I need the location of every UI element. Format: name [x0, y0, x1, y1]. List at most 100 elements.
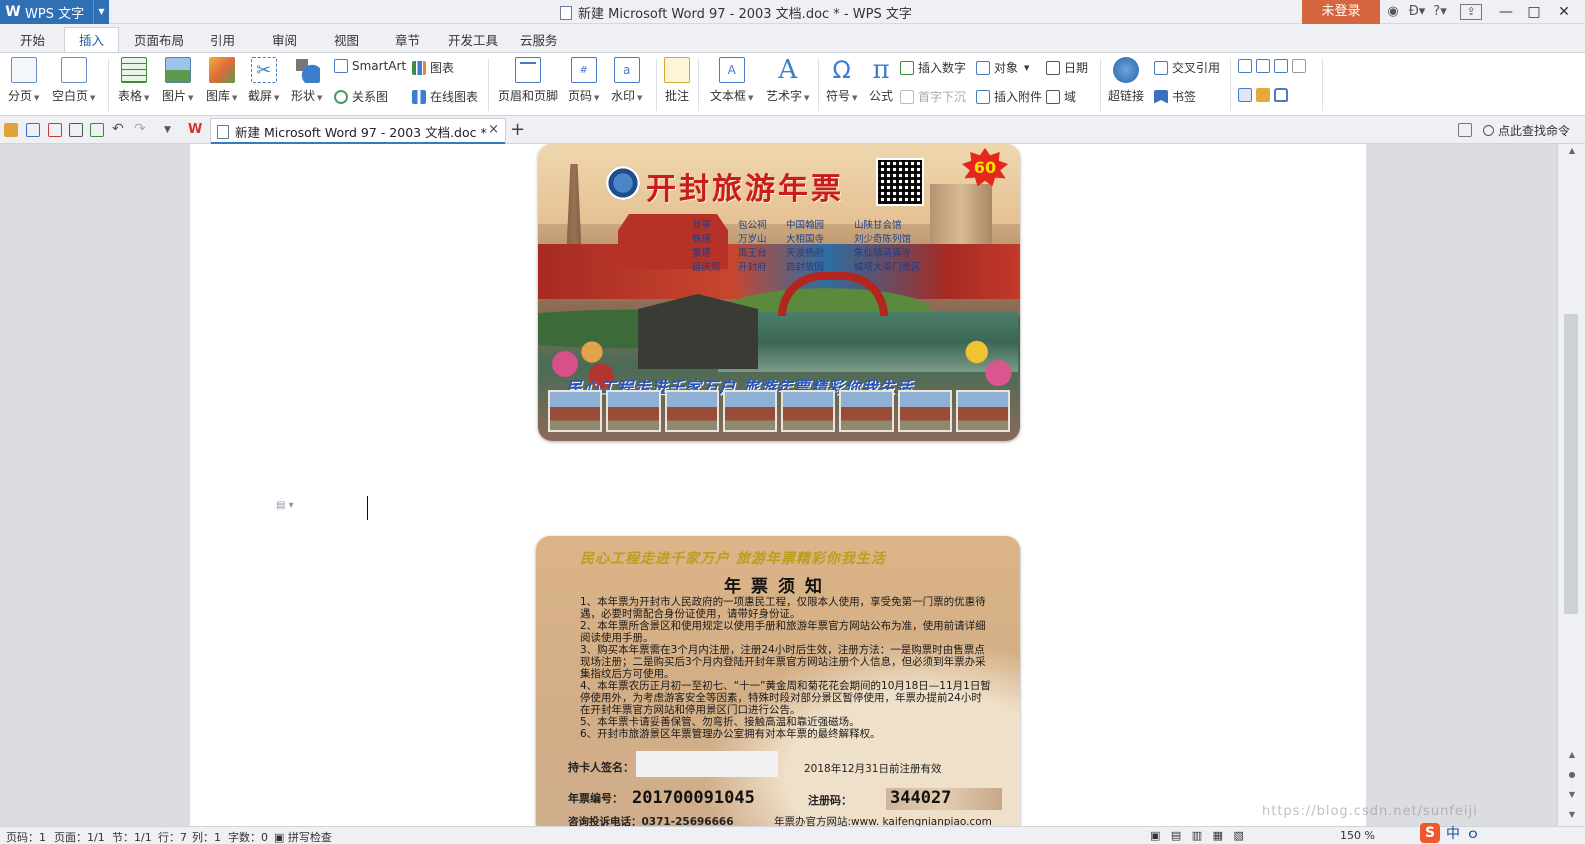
gallery-button[interactable]: 图库 ▼	[206, 57, 237, 104]
drop-cap-button[interactable]: 首字下沉	[900, 88, 966, 105]
tab-references[interactable]: 引用	[210, 30, 235, 52]
scenic-sites-list: 龙亭 包公祠 中国翰园 山陕甘会馆 铁塔 万岁山 大相国寺 刘少奇陈列馆 繁塔 …	[692, 219, 942, 275]
sogou-ime-icon[interactable]: S	[1420, 823, 1440, 843]
chart-button[interactable]: 图表	[412, 59, 454, 76]
online-chart-button[interactable]: 在线图表	[412, 88, 478, 105]
spell-check-button[interactable]: ▣ 拼写检查	[274, 829, 332, 844]
lock-icon[interactable]	[1274, 88, 1288, 102]
scroll-up-icon[interactable]: ▲	[1558, 146, 1585, 155]
screenshot-button[interactable]: ✂ 截屏 ▼	[248, 57, 279, 104]
scenic-thumbnails	[548, 390, 1010, 432]
print-preview-icon[interactable]	[90, 123, 104, 137]
table-button[interactable]: 表格 ▼	[118, 57, 149, 104]
relation-chart-button[interactable]: 关系图	[334, 88, 388, 105]
watermark-button[interactable]: a 水印 ▼	[611, 57, 642, 104]
paragraph-layout-icon[interactable]: ▤ ▾	[276, 500, 298, 514]
ime-punctuation[interactable]: ｏ	[1466, 823, 1480, 843]
view-mode-icons[interactable]: ▣ ▤ ▥ ▦ ▧	[1150, 829, 1244, 842]
close-tab-icon[interactable]: ×	[488, 122, 499, 137]
site-name: 开封府	[738, 262, 767, 273]
chevron-down-icon[interactable]: ▼	[93, 0, 109, 24]
save-icon[interactable]	[26, 123, 40, 137]
object-button[interactable]: 对象 ▼	[976, 59, 1029, 76]
redo-icon[interactable]: ↷	[134, 122, 148, 137]
tab-page-layout[interactable]: 页面布局	[134, 30, 184, 52]
new-tab-icon[interactable]: +	[510, 119, 525, 140]
find-command-search[interactable]: 点此查找命令	[1483, 122, 1570, 139]
tab-cloud[interactable]: 云服务	[520, 30, 558, 52]
ticket-back-image[interactable]: 民心工程走进千家万户 旅游年票精彩你我生活 年票须知 1、本年票为开封市人民政府…	[536, 536, 1020, 826]
scrollbar-thumb[interactable]	[1564, 314, 1578, 614]
field-button[interactable]: 域	[1046, 88, 1076, 105]
insert-number-button[interactable]: 插入数字	[900, 59, 966, 76]
signature-box	[636, 751, 778, 777]
calendar-icon	[1046, 60, 1060, 75]
object-icon	[976, 60, 990, 75]
cross-reference-button[interactable]: 交叉引用	[1154, 59, 1220, 76]
smartart-button[interactable]: SmartArt	[334, 59, 406, 73]
tab-chapter[interactable]: 章节	[395, 30, 420, 52]
vertical-scrollbar[interactable]: ▲ ▲ ● ▼ ▼	[1557, 144, 1585, 826]
text-cursor	[367, 496, 368, 520]
picture-control-icon[interactable]	[1292, 59, 1306, 73]
symbol-button[interactable]: Ω 符号 ▼	[826, 56, 857, 104]
customize-dropdown-icon[interactable]: ▼	[164, 123, 178, 137]
notice-rules: 1、本年票为开封市人民政府的一项惠民工程，仅限本人使用，享受免第一门票的优惠待遇…	[580, 596, 992, 740]
scroll-down-icon[interactable]: ▼	[1558, 810, 1585, 819]
blank-page-icon	[60, 57, 87, 83]
site-name: 刘少奇陈列馆	[854, 234, 912, 245]
shield-icon[interactable]: ◉	[1384, 2, 1402, 22]
document-area[interactable]: 开封旅游年票 60 龙亭 包公祠 中国翰园 山陕甘会馆 铁塔 万岁山 大相国寺 …	[0, 144, 1557, 826]
bookmark-button[interactable]: 书签	[1154, 88, 1196, 105]
insert-attachment-button[interactable]: 插入附件	[976, 88, 1042, 105]
date-button[interactable]: 日期	[1046, 59, 1088, 76]
textbox-button[interactable]: A 文本框 ▼	[710, 57, 753, 104]
page-number-button[interactable]: # 页码 ▼	[568, 57, 599, 104]
minimize-button[interactable]: —	[1492, 0, 1520, 24]
print-icon[interactable]	[69, 123, 83, 137]
page-break-button[interactable]: 分页 ▼	[8, 57, 39, 104]
shape-button[interactable]: 形状 ▼	[291, 57, 322, 104]
site-name: 禹王台	[738, 248, 767, 259]
help-icon[interactable]: ?▾	[1430, 2, 1450, 22]
close-button[interactable]: ✕	[1550, 0, 1578, 24]
export-pdf-icon[interactable]	[48, 123, 62, 137]
watermark-icon: a	[613, 57, 640, 83]
undo-icon[interactable]: ↶	[112, 122, 126, 137]
tab-home[interactable]: 开始	[20, 30, 45, 52]
wps-writer-window: W WPS 文字 ▼ 新建 Microsoft Word 97 - 2003 文…	[0, 0, 1585, 844]
eraser-icon[interactable]	[1256, 88, 1270, 102]
upload-icon[interactable]: ⇪	[1460, 4, 1482, 20]
next-page-icon[interactable]: ▼	[1558, 790, 1585, 799]
comment-button[interactable]: 批注	[664, 57, 690, 104]
form-design-icon[interactable]	[1238, 88, 1252, 102]
hyperlink-button[interactable]: 超链接	[1108, 57, 1144, 104]
document-tab[interactable]: 新建 Microsoft Word 97 - 2003 文档.doc * ×	[210, 118, 506, 144]
tab-developer[interactable]: 开发工具	[448, 30, 498, 52]
ticket-front-image[interactable]: 开封旅游年票 60 龙亭 包公祠 中国翰园 山陕甘会馆 铁塔 万岁山 大相国寺 …	[538, 144, 1020, 441]
dropdown-icon[interactable]	[1274, 59, 1288, 73]
formula-button[interactable]: π 公式	[868, 55, 894, 104]
tab-insert[interactable]: 插入	[64, 27, 120, 53]
picture-button[interactable]: 图片 ▼	[162, 57, 193, 104]
prev-page-icon[interactable]: ▲	[1558, 750, 1585, 759]
open-folder-icon[interactable]	[4, 123, 18, 137]
gallery-icon	[208, 57, 235, 83]
maximize-button[interactable]: □	[1520, 0, 1548, 24]
side-panel-icon[interactable]	[1458, 123, 1472, 137]
input-method-bar[interactable]: S 中 ｏ	[1420, 822, 1480, 844]
tab-view[interactable]: 视图	[334, 30, 359, 52]
text-field-icon[interactable]	[1238, 59, 1252, 73]
select-browse-icon[interactable]: ●	[1558, 770, 1585, 779]
thumbnail	[839, 390, 894, 432]
d-arrow-icon[interactable]: Ð▾	[1406, 2, 1428, 22]
login-button[interactable]: 未登录	[1302, 0, 1380, 24]
blank-page-button[interactable]: 空白页 ▼	[52, 57, 95, 104]
wordart-button[interactable]: A 艺术字 ▼	[766, 55, 809, 104]
ime-mode[interactable]: 中	[1446, 823, 1460, 843]
zoom-level[interactable]: 150 %	[1340, 829, 1375, 842]
app-menu-button[interactable]: W WPS 文字 ▼	[0, 0, 109, 24]
checkbox-icon[interactable]	[1256, 59, 1270, 73]
tab-review[interactable]: 审阅	[272, 30, 297, 52]
header-footer-button[interactable]: 页眉和页脚	[498, 57, 558, 104]
